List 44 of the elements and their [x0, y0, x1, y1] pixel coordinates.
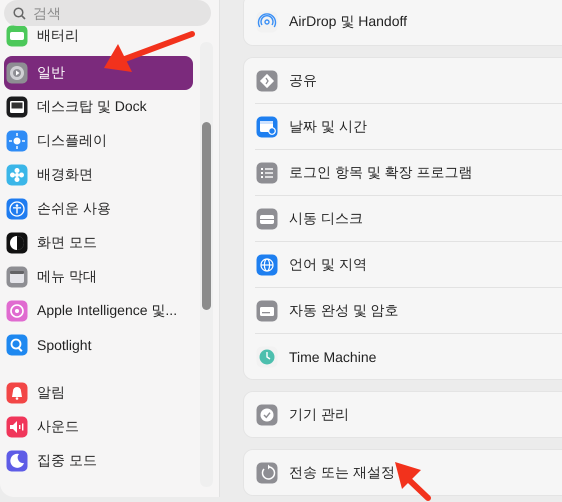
search-field[interactable]: 검색 — [4, 0, 211, 26]
person-icon — [6, 198, 28, 220]
sidebar-item[interactable]: 메뉴 막대 — [4, 260, 193, 294]
reset-icon — [256, 462, 278, 484]
sidebar-item[interactable]: 알림 — [4, 376, 193, 410]
moon-icon — [6, 450, 28, 472]
sidebar-item[interactable]: 사운드 — [4, 410, 193, 444]
battery-icon — [6, 25, 28, 47]
settings-row[interactable]: 전송 또는 재설정 — [244, 450, 562, 495]
speaker-icon — [6, 416, 28, 438]
calendar-icon — [256, 116, 278, 138]
sun-icon — [6, 130, 28, 152]
keyboard-icon — [256, 300, 278, 322]
settings-row[interactable]: 시동 디스크 — [244, 196, 562, 241]
list-icon — [256, 162, 278, 184]
monitor-icon — [6, 96, 28, 118]
sidebar-item[interactable]: 배경화면 — [4, 158, 193, 192]
menu-bar-icon — [6, 266, 28, 288]
sidebar-item[interactable]: 화면 모드 — [4, 226, 193, 260]
scrollbar-thumb[interactable] — [202, 122, 211, 310]
sidebar-item[interactable]: 디스플레이 — [4, 124, 193, 158]
settings-row[interactable]: 로그인 항목 및 확장 프로그램 — [244, 150, 562, 195]
settings-row[interactable]: 날짜 및 시간 — [244, 104, 562, 149]
settings-row[interactable]: 언어 및 지역 — [244, 242, 562, 287]
contrast-icon — [6, 232, 28, 254]
sidebar-item[interactable]: Spotlight — [4, 328, 193, 362]
settings-row[interactable]: Time Machine — [244, 334, 562, 379]
badge-check-icon — [256, 404, 278, 426]
sidebar-item[interactable]: 손쉬운 사용 — [4, 192, 193, 226]
sidebar-item[interactable]: 집중 모드 — [4, 444, 193, 478]
sidebar-item[interactable]: 데스크탑 및 Dock — [4, 90, 193, 124]
search-icon — [6, 334, 28, 356]
sidebar-item[interactable]: 배터리 — [4, 26, 193, 46]
flower-icon — [6, 164, 28, 186]
sidebar-item[interactable]: 일반 — [4, 56, 193, 90]
settings-row[interactable]: 공유 — [244, 58, 562, 103]
bell-icon — [6, 382, 28, 404]
search-icon — [13, 7, 26, 20]
settings-row[interactable]: 자동 완성 및 암호 — [244, 288, 562, 333]
settings-row[interactable]: 기기 관리 — [244, 392, 562, 437]
globe-icon — [256, 254, 278, 276]
sidebar-item[interactable]: Apple Intelligence 및... — [4, 294, 193, 328]
arrow-annotation — [395, 462, 431, 501]
settings-row[interactable]: AirDrop 및 Handoff — [244, 0, 562, 45]
